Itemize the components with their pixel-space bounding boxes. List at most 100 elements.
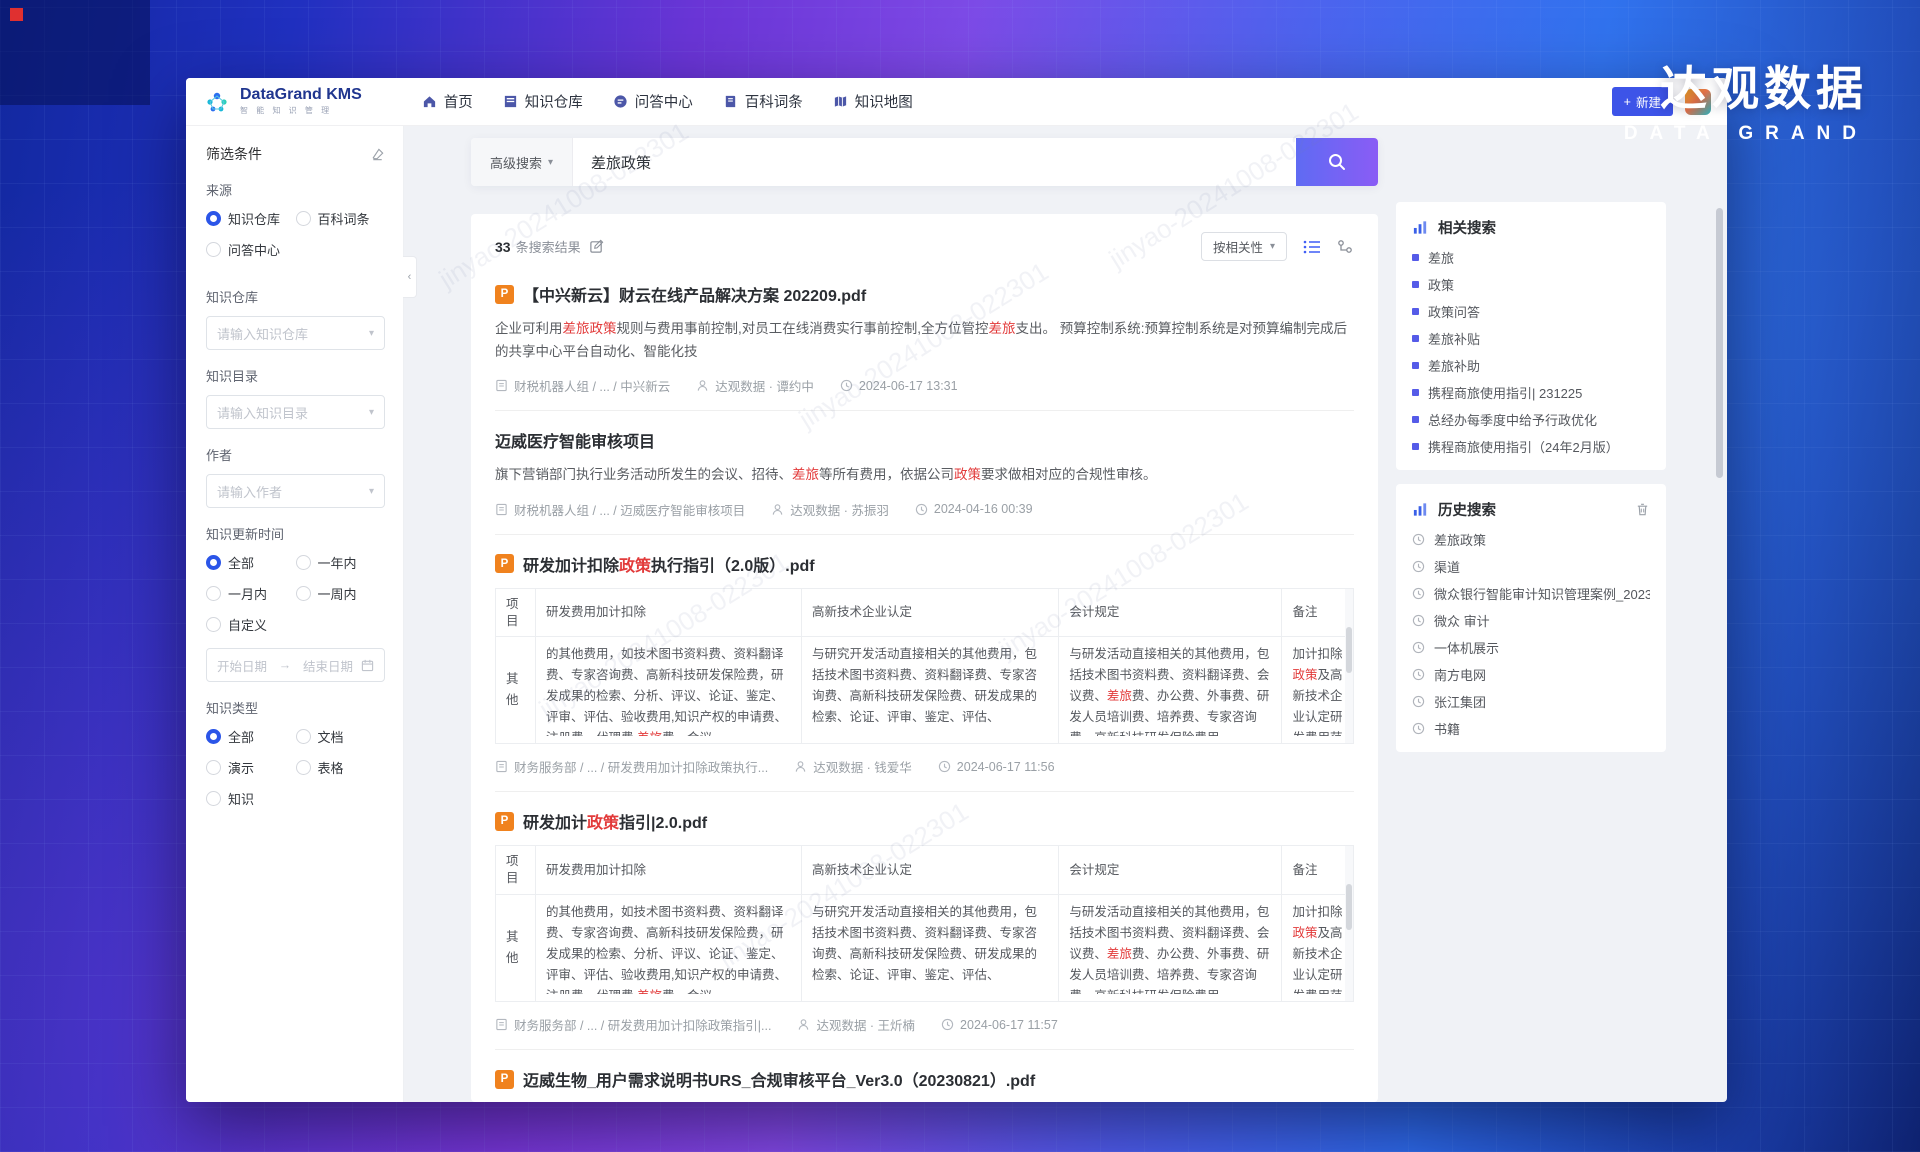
clear-filters-icon[interactable] (370, 147, 385, 162)
result-title-row[interactable]: 迈威医疗智能审核项目 (495, 428, 1354, 452)
author-select[interactable]: 请输入作者 ▾ (206, 474, 385, 508)
app-logo[interactable]: DataGrand KMS 智 能 知 识 管 理 (202, 87, 362, 117)
history-search-item[interactable]: 渠道 (1412, 553, 1650, 580)
app-logo-title: DataGrand KMS (240, 87, 362, 104)
window-scrollbar[interactable] (1716, 208, 1723, 478)
related-search-item[interactable]: 携程商旅使用指引| 231225 (1412, 379, 1650, 406)
history-search-item[interactable]: 张江集团 (1412, 688, 1650, 715)
related-search-item[interactable]: 政策问答 (1412, 298, 1650, 325)
radio-type-sheet[interactable]: 表格 (296, 758, 386, 777)
repo-select-placeholder: 请输入知识仓库 (217, 324, 308, 343)
result-title-row[interactable]: P 迈威生物_用户需求说明书URS_合规审核平台_Ver3.0（20230821… (495, 1067, 1354, 1091)
related-search-item[interactable]: 差旅补贴 (1412, 325, 1650, 352)
pdf-file-icon: P (495, 812, 514, 831)
date-arrow: → (279, 658, 292, 672)
radio-type-all[interactable]: 全部 (206, 727, 296, 746)
search-bar: 高级搜索 ▾ (471, 138, 1378, 186)
radio-type-presentation[interactable]: 演示 (206, 758, 296, 777)
catalog-select-placeholder: 请输入知识目录 (217, 403, 308, 422)
chevron-down-icon: ▾ (369, 407, 374, 418)
result-time: 2024-06-17 13:31 (840, 379, 958, 393)
table-cell: 与研究开发活动直接相关的其他费用，包括技术图书资料费、资料翻译费、专家咨询费、高… (801, 637, 1058, 744)
date-start-placeholder: 开始日期 (217, 656, 271, 675)
nav-item-qa[interactable]: 问答中心 (613, 91, 693, 112)
list-view-icon[interactable] (1303, 239, 1321, 255)
brand-logo-cn: 达观数据 (1624, 50, 1868, 119)
trash-icon[interactable] (1635, 502, 1650, 517)
nav-item-label: 百科词条 (745, 91, 803, 112)
radio-source-qa[interactable]: 问答中心 (206, 240, 385, 259)
related-search-item[interactable]: 总经办每季度中给予行政优化 (1412, 406, 1650, 433)
history-search-item[interactable]: 微众银行智能审计知识管理案例_2023080... (1412, 580, 1650, 607)
table-scrollbar[interactable] (1345, 846, 1353, 1001)
person-icon (797, 1018, 810, 1031)
results-count-row: 33 条搜索结果 按相关性 ▾ (495, 214, 1354, 265)
history-clock-icon (1412, 533, 1425, 546)
bullet-icon (1412, 281, 1419, 288)
search-input[interactable] (573, 138, 1296, 186)
result-author: 达观数据 · 王炘楠 (797, 1015, 915, 1034)
clock-icon (840, 379, 853, 392)
related-search-item[interactable]: 政策 (1412, 271, 1650, 298)
sidebar-collapse-toggle[interactable]: ‹ (403, 256, 417, 298)
result-meta: 财税机器人组 / ... / 中兴新云 达观数据 · 谭约中 2024-06-1… (495, 376, 1354, 395)
radio-source-repository[interactable]: 知识仓库 (206, 209, 296, 228)
radio-time-month[interactable]: 一月内 (206, 584, 296, 603)
related-search-item[interactable]: 差旅补助 (1412, 352, 1650, 379)
repo-select[interactable]: 请输入知识仓库 ▾ (206, 316, 385, 350)
radio-time-year[interactable]: 一年内 (296, 553, 386, 572)
date-range-picker[interactable]: 开始日期 → 结束日期 (206, 648, 385, 682)
sort-dropdown[interactable]: 按相关性 ▾ (1201, 232, 1287, 261)
app-logo-tagline: 智 能 知 识 管 理 (240, 105, 362, 116)
search-button[interactable] (1296, 138, 1378, 186)
bullet-icon (1412, 335, 1419, 342)
history-search-item[interactable]: 南方电网 (1412, 661, 1650, 688)
result-title[interactable]: 研发加计政策指引|2.0.pdf (523, 809, 707, 833)
history-search-icon (1412, 501, 1429, 518)
history-search-item[interactable]: 微众 审计 (1412, 607, 1650, 634)
document-icon (495, 760, 508, 773)
history-search-item[interactable]: 书籍 (1412, 715, 1650, 742)
radio-time-week[interactable]: 一周内 (296, 584, 386, 603)
radio-time-custom[interactable]: 自定义 (206, 615, 385, 634)
result-title[interactable]: 迈威医疗智能审核项目 (495, 428, 655, 452)
radio-type-document[interactable]: 文档 (296, 727, 386, 746)
result-title-row[interactable]: P 研发加计政策指引|2.0.pdf (495, 809, 1354, 833)
table-scrollbar[interactable] (1345, 589, 1353, 744)
radio-source-wiki[interactable]: 百科词条 (296, 209, 386, 228)
wiki-icon (723, 94, 738, 109)
catalog-select[interactable]: 请输入知识目录 ▾ (206, 395, 385, 429)
table-header: 会计规定 (1059, 846, 1282, 895)
clock-icon (938, 760, 951, 773)
result-title[interactable]: 研发加计扣除政策执行指引（2.0版）.pdf (523, 552, 815, 576)
nav-item-wiki[interactable]: 百科词条 (723, 91, 803, 112)
table-cell: 加计扣除政策及高新技术企业认定研发费用范围 (1282, 895, 1354, 1002)
result-title[interactable]: 迈威生物_用户需求说明书URS_合规审核平台_Ver3.0（20230821）.… (523, 1067, 1035, 1091)
map-icon (833, 94, 848, 109)
table-header: 备注 (1282, 846, 1354, 895)
advanced-search-dropdown[interactable]: 高级搜索 ▾ (471, 138, 573, 186)
result-title[interactable]: 【中兴新云】财云在线产品解决方案 202209.pdf (523, 282, 866, 306)
radio-type-knowledge[interactable]: 知识 (206, 789, 385, 808)
document-icon (495, 379, 508, 392)
related-search-item[interactable]: 差旅 (1412, 244, 1650, 271)
edit-query-icon[interactable] (589, 239, 604, 254)
history-search-title: 历史搜索 (1438, 499, 1626, 520)
history-clock-icon (1412, 695, 1425, 708)
result-title-row[interactable]: P 研发加计扣除政策执行指引（2.0版）.pdf (495, 552, 1354, 576)
nav-item-repository[interactable]: 知识仓库 (503, 91, 583, 112)
related-search-title: 相关搜索 (1438, 217, 1650, 238)
radio-dot (296, 760, 311, 775)
brand-logo: 达观数据 DATA GRAND (1624, 50, 1868, 145)
related-search-item[interactable]: 携程商旅使用指引（24年2月版） (1412, 433, 1650, 460)
radio-time-all[interactable]: 全部 (206, 553, 296, 572)
nav-item-home[interactable]: 首页 (422, 91, 473, 112)
author-select-placeholder: 请输入作者 (217, 482, 282, 501)
graph-view-icon[interactable] (1337, 239, 1354, 255)
history-search-item[interactable]: 差旅政策 (1412, 526, 1650, 553)
repo-label: 知识仓库 (206, 287, 385, 306)
bullet-icon (1412, 254, 1419, 261)
history-search-item[interactable]: 一体机展示 (1412, 634, 1650, 661)
result-title-row[interactable]: P 【中兴新云】财云在线产品解决方案 202209.pdf (495, 282, 1354, 306)
nav-item-map[interactable]: 知识地图 (833, 91, 913, 112)
